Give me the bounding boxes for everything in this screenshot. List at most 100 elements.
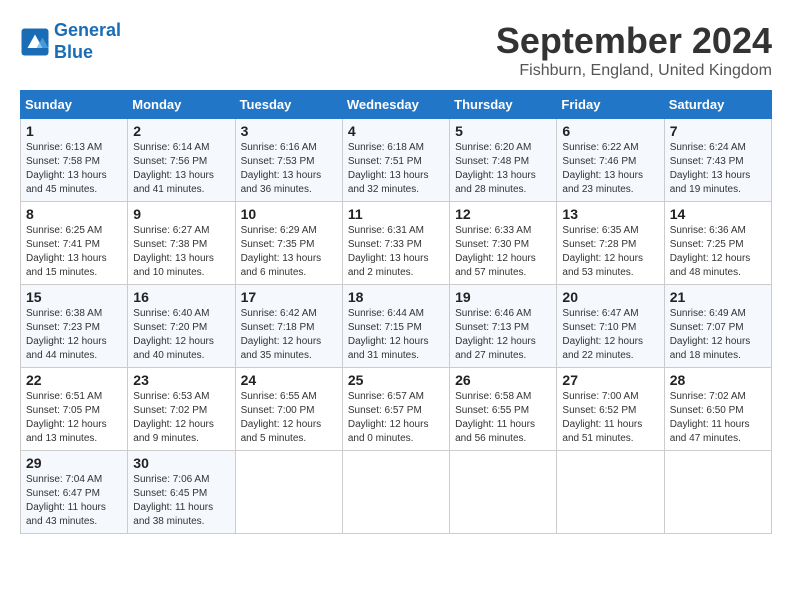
day-number: 17: [241, 289, 337, 305]
calendar-cell: 24 Sunrise: 6:55 AM Sunset: 7:00 PM Dayli…: [235, 368, 342, 451]
calendar-cell: 7 Sunrise: 6:24 AM Sunset: 7:43 PM Daylig…: [664, 119, 771, 202]
day-number: 15: [26, 289, 122, 305]
day-info: Sunrise: 6:40 AM Sunset: 7:20 PM Dayligh…: [133, 307, 229, 363]
day-info: Sunrise: 6:57 AM Sunset: 6:57 PM Dayligh…: [348, 390, 444, 446]
calendar-cell: 22 Sunrise: 6:51 AM Sunset: 7:05 PM Dayli…: [21, 368, 128, 451]
day-number: 11: [348, 206, 444, 222]
day-info: Sunrise: 7:04 AM Sunset: 6:47 PM Dayligh…: [26, 473, 122, 529]
calendar-cell: [664, 451, 771, 534]
day-info: Sunrise: 6:29 AM Sunset: 7:35 PM Dayligh…: [241, 224, 337, 280]
page-header: General Blue September 2024 Fishburn, En…: [20, 20, 772, 80]
day-number: 3: [241, 123, 337, 139]
day-info: Sunrise: 6:53 AM Sunset: 7:02 PM Dayligh…: [133, 390, 229, 446]
day-info: Sunrise: 6:49 AM Sunset: 7:07 PM Dayligh…: [670, 307, 766, 363]
calendar-cell: 18 Sunrise: 6:44 AM Sunset: 7:15 PM Dayli…: [342, 285, 449, 368]
calendar-cell: 5Sunrise: 6:20 AM Sunset: 7:48 PM Daylig…: [450, 119, 557, 202]
title-block: September 2024 Fishburn, England, United…: [496, 20, 772, 80]
calendar-cell: 8 Sunrise: 6:25 AM Sunset: 7:41 PM Daylig…: [21, 202, 128, 285]
day-number: 6: [562, 123, 658, 139]
calendar-cell: 14 Sunrise: 6:36 AM Sunset: 7:25 PM Dayli…: [664, 202, 771, 285]
logo-line1: General: [54, 20, 121, 40]
day-info: Sunrise: 6:25 AM Sunset: 7:41 PM Dayligh…: [26, 224, 122, 280]
calendar-cell: 23 Sunrise: 6:53 AM Sunset: 7:02 PM Dayli…: [128, 368, 235, 451]
day-number: 22: [26, 372, 122, 388]
calendar-cell: 30 Sunrise: 7:06 AM Sunset: 6:45 PM Dayli…: [128, 451, 235, 534]
day-info: Sunrise: 6:20 AM Sunset: 7:48 PM Dayligh…: [455, 141, 551, 197]
calendar-cell: 1Sunrise: 6:13 AM Sunset: 7:58 PM Daylig…: [21, 119, 128, 202]
calendar-cell: 25 Sunrise: 6:57 AM Sunset: 6:57 PM Dayli…: [342, 368, 449, 451]
calendar-cell: 29 Sunrise: 7:04 AM Sunset: 6:47 PM Dayli…: [21, 451, 128, 534]
calendar-cell: 4Sunrise: 6:18 AM Sunset: 7:51 PM Daylig…: [342, 119, 449, 202]
day-number: 9: [133, 206, 229, 222]
day-number: 14: [670, 206, 766, 222]
day-number: 25: [348, 372, 444, 388]
weekday-header: Friday: [557, 91, 664, 119]
day-info: Sunrise: 6:16 AM Sunset: 7:53 PM Dayligh…: [241, 141, 337, 197]
day-number: 16: [133, 289, 229, 305]
calendar-cell: 26Sunrise: 6:58 AM Sunset: 6:55 PM Dayli…: [450, 368, 557, 451]
day-number: 12: [455, 206, 551, 222]
day-number: 18: [348, 289, 444, 305]
calendar-week-row: 1Sunrise: 6:13 AM Sunset: 7:58 PM Daylig…: [21, 119, 772, 202]
day-number: 19: [455, 289, 551, 305]
calendar-cell: [557, 451, 664, 534]
day-info: Sunrise: 6:47 AM Sunset: 7:10 PM Dayligh…: [562, 307, 658, 363]
day-info: Sunrise: 6:51 AM Sunset: 7:05 PM Dayligh…: [26, 390, 122, 446]
calendar-week-row: 29 Sunrise: 7:04 AM Sunset: 6:47 PM Dayli…: [21, 451, 772, 534]
day-info: Sunrise: 6:24 AM Sunset: 7:43 PM Dayligh…: [670, 141, 766, 197]
calendar-week-row: 22 Sunrise: 6:51 AM Sunset: 7:05 PM Dayli…: [21, 368, 772, 451]
calendar-cell: 20 Sunrise: 6:47 AM Sunset: 7:10 PM Dayli…: [557, 285, 664, 368]
calendar-cell: 12Sunrise: 6:33 AM Sunset: 7:30 PM Dayli…: [450, 202, 557, 285]
day-info: Sunrise: 6:31 AM Sunset: 7:33 PM Dayligh…: [348, 224, 444, 280]
day-info: Sunrise: 7:00 AM Sunset: 6:52 PM Dayligh…: [562, 390, 658, 446]
day-number: 20: [562, 289, 658, 305]
weekday-header: Wednesday: [342, 91, 449, 119]
month-title: September 2024: [496, 20, 772, 62]
day-number: 30: [133, 455, 229, 471]
day-number: 8: [26, 206, 122, 222]
calendar-table: SundayMondayTuesdayWednesdayThursdayFrid…: [20, 90, 772, 534]
day-number: 13: [562, 206, 658, 222]
calendar-header: SundayMondayTuesdayWednesdayThursdayFrid…: [21, 91, 772, 119]
day-number: 10: [241, 206, 337, 222]
day-number: 24: [241, 372, 337, 388]
calendar-cell: 9 Sunrise: 6:27 AM Sunset: 7:38 PM Daylig…: [128, 202, 235, 285]
day-info: Sunrise: 6:36 AM Sunset: 7:25 PM Dayligh…: [670, 224, 766, 280]
calendar-cell: 15 Sunrise: 6:38 AM Sunset: 7:23 PM Dayli…: [21, 285, 128, 368]
calendar-cell: 2Sunrise: 6:14 AM Sunset: 7:56 PM Daylig…: [128, 119, 235, 202]
day-info: Sunrise: 6:44 AM Sunset: 7:15 PM Dayligh…: [348, 307, 444, 363]
calendar-week-row: 15 Sunrise: 6:38 AM Sunset: 7:23 PM Dayli…: [21, 285, 772, 368]
day-info: Sunrise: 6:46 AM Sunset: 7:13 PM Dayligh…: [455, 307, 551, 363]
day-number: 28: [670, 372, 766, 388]
day-number: 29: [26, 455, 122, 471]
weekday-header: Thursday: [450, 91, 557, 119]
day-info: Sunrise: 6:27 AM Sunset: 7:38 PM Dayligh…: [133, 224, 229, 280]
day-info: Sunrise: 6:22 AM Sunset: 7:46 PM Dayligh…: [562, 141, 658, 197]
day-number: 23: [133, 372, 229, 388]
weekday-header: Sunday: [21, 91, 128, 119]
calendar-week-row: 8 Sunrise: 6:25 AM Sunset: 7:41 PM Daylig…: [21, 202, 772, 285]
location: Fishburn, England, United Kingdom: [496, 62, 772, 80]
day-number: 4: [348, 123, 444, 139]
day-info: Sunrise: 6:38 AM Sunset: 7:23 PM Dayligh…: [26, 307, 122, 363]
weekday-header: Monday: [128, 91, 235, 119]
calendar-body: 1Sunrise: 6:13 AM Sunset: 7:58 PM Daylig…: [21, 119, 772, 534]
logo: General Blue: [20, 20, 121, 63]
calendar-cell: [342, 451, 449, 534]
day-info: Sunrise: 6:14 AM Sunset: 7:56 PM Dayligh…: [133, 141, 229, 197]
calendar-cell: 13Sunrise: 6:35 AM Sunset: 7:28 PM Dayli…: [557, 202, 664, 285]
weekday-header: Saturday: [664, 91, 771, 119]
calendar-cell: 6 Sunrise: 6:22 AM Sunset: 7:46 PM Daylig…: [557, 119, 664, 202]
day-info: Sunrise: 6:55 AM Sunset: 7:00 PM Dayligh…: [241, 390, 337, 446]
calendar-cell: 28Sunrise: 7:02 AM Sunset: 6:50 PM Dayli…: [664, 368, 771, 451]
calendar-cell: 10 Sunrise: 6:29 AM Sunset: 7:35 PM Dayli…: [235, 202, 342, 285]
day-info: Sunrise: 6:58 AM Sunset: 6:55 PM Dayligh…: [455, 390, 551, 446]
calendar-cell: [235, 451, 342, 534]
logo-icon: [20, 27, 50, 57]
weekday-header: Tuesday: [235, 91, 342, 119]
day-number: 27: [562, 372, 658, 388]
calendar-cell: 19 Sunrise: 6:46 AM Sunset: 7:13 PM Dayli…: [450, 285, 557, 368]
day-number: 7: [670, 123, 766, 139]
calendar-cell: 21Sunrise: 6:49 AM Sunset: 7:07 PM Dayli…: [664, 285, 771, 368]
day-info: Sunrise: 7:06 AM Sunset: 6:45 PM Dayligh…: [133, 473, 229, 529]
